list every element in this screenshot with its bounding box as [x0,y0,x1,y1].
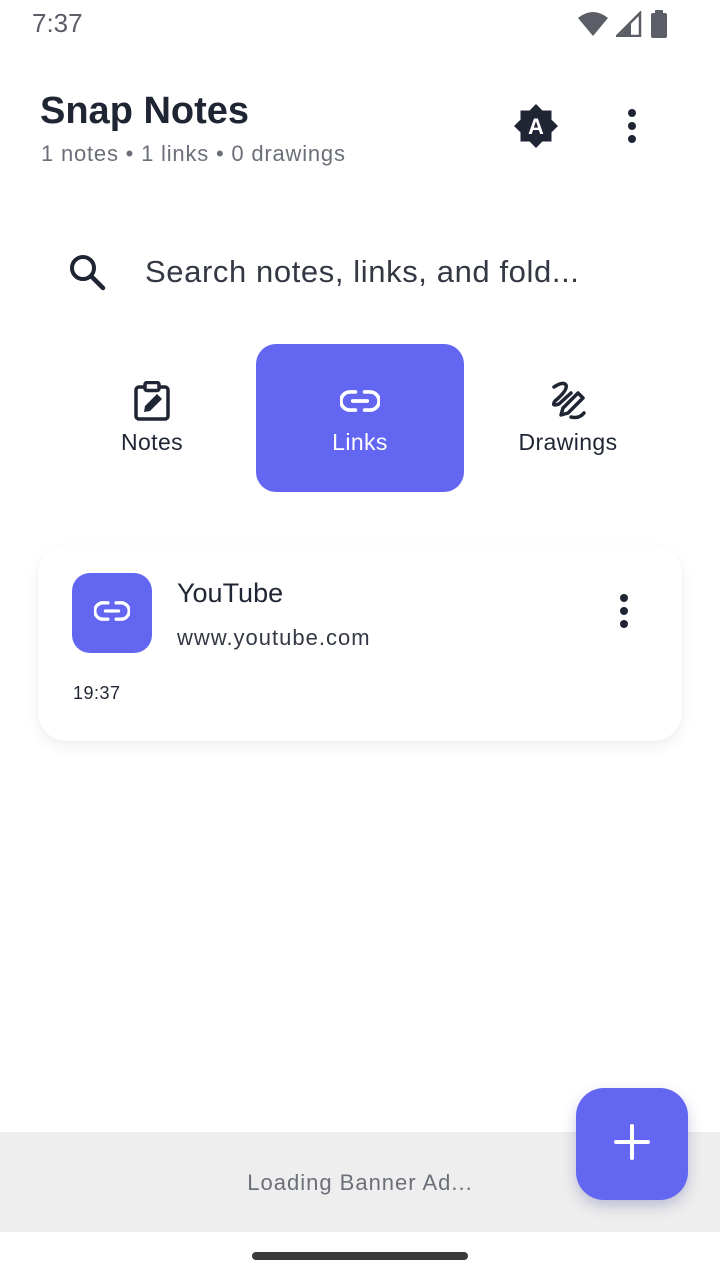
link-icon [93,600,131,627]
more-vertical-icon [627,108,637,148]
search-input[interactable] [145,254,645,290]
content-stats: 1 notes • 1 links • 0 drawings [41,141,346,166]
overflow-menu-button[interactable] [606,102,658,154]
link-icon [340,381,380,421]
search-icon[interactable] [64,249,110,295]
theme-toggle-button[interactable]: A [510,102,562,154]
status-icons [578,10,668,38]
app-title: Snap Notes [40,90,250,132]
tab-label: Links [332,428,388,455]
search-bar [64,240,664,304]
link-url: www.youtube.com [177,625,371,650]
status-bar: 7:37 [0,0,720,48]
cell-signal-icon [616,11,642,37]
battery-icon [650,10,668,38]
more-vertical-icon [619,593,629,633]
brightness-auto-icon: A [513,103,559,154]
link-timestamp: 19:37 [73,683,121,703]
svg-text:A: A [528,114,544,139]
tab-label: Notes [120,428,184,455]
drawing-icon [548,381,588,421]
plus-icon [614,1123,650,1165]
content-tabs: Notes Links Drawings [48,344,672,492]
note-edit-icon [132,380,172,421]
gesture-nav-handle[interactable] [252,1252,468,1260]
tab-links[interactable]: Links [256,344,464,492]
link-title: YouTube [177,578,284,608]
tab-notes[interactable]: Notes [48,344,256,492]
ad-banner-text: Loading Banner Ad... [247,1170,473,1195]
link-card-youtube[interactable]: YouTube www.youtube.com 19:37 [38,545,682,741]
link-avatar [72,573,152,653]
status-time: 7:37 [32,8,83,38]
add-item-button[interactable] [576,1088,688,1200]
tab-label: Drawings [518,428,618,455]
link-options-button[interactable] [600,589,648,637]
snap-notes-screen: 7:37 Snap Notes 1 notes • 1 links • 0 dr… [0,0,720,1280]
tab-drawings[interactable]: Drawings [464,344,672,492]
wifi-icon [578,11,608,37]
